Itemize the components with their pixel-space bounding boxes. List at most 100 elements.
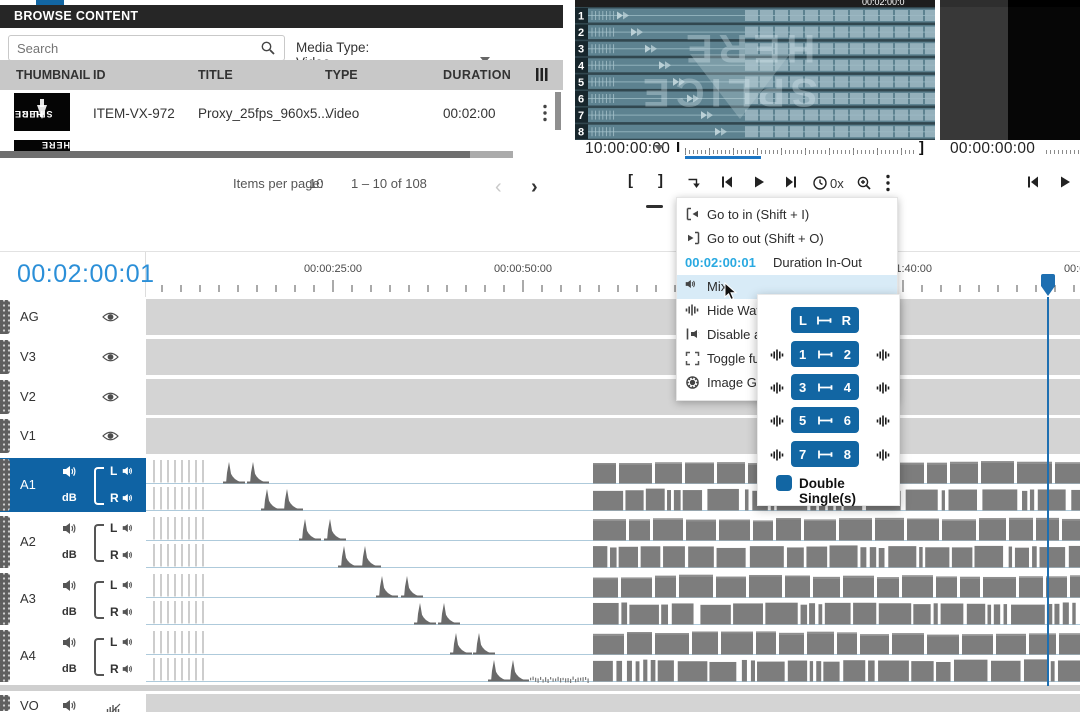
mix-pair-button-L-R[interactable]: LR [791,307,859,333]
loop-playback-icon[interactable] [686,175,706,195]
panel-drag-handle[interactable] [646,205,663,208]
track-header-A1[interactable]: A1dBLR [0,458,146,512]
track-lane-A3[interactable] [146,572,1080,626]
channel-speaker-icon[interactable] [122,607,133,617]
mix-pair-button-5-6[interactable]: 56 [791,407,859,433]
kebab-icon[interactable] [543,104,547,122]
db-button[interactable]: dB [62,663,77,675]
track-lane-V3[interactable] [146,339,1080,375]
table-vscrollbar-thumb[interactable] [555,92,561,130]
db-button[interactable]: dB [62,492,77,504]
track-drag-handle[interactable] [0,516,10,568]
track-lane-VO[interactable] [146,694,1080,712]
double-singles-checkbox[interactable] [776,475,792,491]
speaker-icon[interactable] [62,699,77,712]
channel-speaker-icon[interactable] [122,637,133,647]
search-icon[interactable] [260,40,276,56]
columns-icon[interactable] [536,68,548,81]
track-header-V3[interactable]: V3 [0,339,146,375]
channel-speaker-icon[interactable] [122,523,133,533]
eye-icon[interactable] [102,351,119,363]
kebab-icon[interactable] [886,174,906,194]
track-header-A3[interactable]: A3dBLR [0,572,146,626]
channel-speaker-icon[interactable] [122,493,133,503]
next-page-icon[interactable]: › [531,176,538,199]
mix-pair-button-7-8[interactable]: 78 [791,441,859,467]
db-button[interactable]: dB [62,606,77,618]
channel-speaker-icon[interactable] [122,664,133,674]
prev-frame-icon[interactable] [1026,175,1046,195]
track-header-V1[interactable]: V1 [0,418,146,454]
track-lane-V2[interactable] [146,379,1080,415]
eye-icon[interactable] [102,311,119,323]
scrub-out-marker[interactable]: ] [919,139,924,156]
track-header-A2[interactable]: A2dBLR [0,515,146,569]
program-monitor[interactable] [940,7,1080,140]
track-drag-handle[interactable] [0,630,10,682]
mark-out-button[interactable]: ] [658,172,663,189]
track-lane-A4[interactable] [146,629,1080,683]
table-row[interactable]: HERE SPLICE ITEM-VX-972 Proxy_25fps_960x… [0,90,563,140]
col-duration[interactable]: DURATION [443,68,529,82]
source-monitor[interactable]: 12345678 HERE SPLICE [575,7,935,140]
track-drag-handle[interactable] [0,695,10,711]
hscrollbar-thumb[interactable] [0,151,470,158]
db-button[interactable]: dB [62,549,77,561]
program-timecode[interactable]: 00:00:00:00 [950,140,1035,158]
play-icon[interactable] [1058,175,1078,195]
speaker-icon[interactable] [62,636,77,649]
prev-page-icon[interactable]: ‹ [495,176,502,199]
track-drag-handle[interactable] [0,459,10,511]
speaker-icon[interactable] [62,579,77,592]
eye-icon[interactable] [102,430,119,442]
row-thumbnail[interactable]: HERE SPLICE [14,93,70,131]
mix-pair-button-3-4[interactable]: 34 [791,374,859,400]
track-header-A4[interactable]: A4dBLR [0,629,146,683]
timeline-hscrollbar[interactable] [0,685,1080,691]
channel-speaker-icon[interactable] [122,580,133,590]
next-frame-icon[interactable] [784,175,804,195]
channel-speaker-icon[interactable] [122,466,133,476]
play-icon[interactable] [752,175,772,195]
col-id[interactable]: ID [93,68,106,82]
track-lane-A1[interactable] [146,458,1080,512]
playhead-handle[interactable] [1039,273,1057,299]
program-scrub-bar[interactable] [1046,150,1080,154]
zoom-in-icon[interactable] [856,175,876,195]
table-hscrollbar[interactable] [0,151,513,158]
search-input[interactable] [15,37,259,59]
track-lane-V1[interactable] [146,418,1080,454]
col-thumbnail[interactable]: THUMBNAIL [16,68,90,82]
chevron-down-icon[interactable] [654,145,664,151]
waveform-off-icon[interactable] [106,703,121,712]
menu-item-go-to-out-shift-o-[interactable]: Go to out (Shift + O) [677,227,897,251]
speaker-icon[interactable] [62,522,77,535]
track-drag-handle[interactable] [0,573,10,625]
prev-frame-icon[interactable] [720,175,740,195]
eye-icon[interactable] [102,391,119,403]
menu-item-go-to-in-shift-i-[interactable]: Go to in (Shift + I) [677,203,897,227]
track-drag-handle[interactable] [0,419,10,453]
playhead-line [1047,297,1049,686]
table-row-partial[interactable]: HERE [14,140,70,151]
track-header-VO[interactable]: VO [0,694,146,712]
mix-pair-button-1-2[interactable]: 12 [791,341,859,367]
track-drag-handle[interactable] [0,300,10,334]
channel-speaker-icon[interactable] [122,550,133,560]
timeline-ruler[interactable]: 00:00:25:0000:00:50:0000:01:15:0000:01:4… [146,252,1080,297]
clock-speed-icon[interactable] [812,175,832,195]
scrub-in-marker[interactable]: I [676,139,680,156]
track-header-AG[interactable]: AG [0,299,146,335]
mark-in-button[interactable]: [ [628,172,633,189]
track-header-V2[interactable]: V2 [0,379,146,415]
speaker-icon[interactable] [62,465,77,478]
timeline-current-timecode[interactable]: 00:02:00:01 [17,260,155,289]
track-lane-AG[interactable] [146,299,1080,335]
items-per-page-value[interactable]: 10 [309,176,323,191]
source-scrub-bar[interactable] [685,150,917,154]
col-type[interactable]: TYPE [325,68,358,82]
track-drag-handle[interactable] [0,380,10,414]
col-title[interactable]: TITLE [198,68,233,82]
track-lane-A2[interactable] [146,515,1080,569]
track-drag-handle[interactable] [0,340,10,374]
